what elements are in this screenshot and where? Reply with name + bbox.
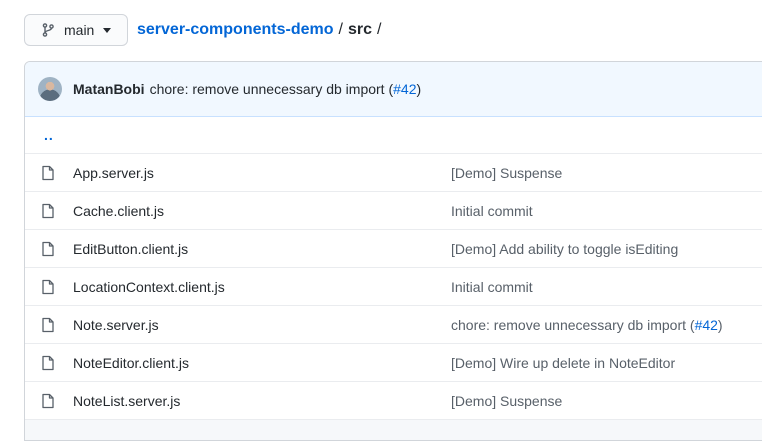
- file-commit-message[interactable]: [Demo] Add ability to toggle isEditing: [451, 241, 678, 257]
- breadcrumb: server-components-demo / src /: [137, 21, 386, 39]
- table-row[interactable]: Note.server.js chore: remove unnecessary …: [25, 305, 762, 343]
- file-icon: [41, 241, 57, 257]
- file-commit-message-text[interactable]: [Demo] Wire up delete in NoteEditor: [451, 355, 675, 371]
- latest-commit-bar: MatanBobi chore: remove unnecessary db i…: [25, 62, 762, 117]
- table-row[interactable]: Cache.client.js Initial commit: [25, 191, 762, 229]
- file-commit-message-text[interactable]: chore: remove unnecessary db import (: [451, 317, 695, 333]
- file-commit-message-end: ): [717, 316, 723, 333]
- table-row[interactable]: App.server.js [Demo] Suspense: [25, 153, 762, 191]
- table-row[interactable]: LocationContext.client.js Initial commit: [25, 267, 762, 305]
- file-icon: [41, 279, 57, 295]
- file-icon: [41, 355, 57, 371]
- file-commit-message[interactable]: Initial commit: [451, 279, 533, 295]
- file-icon: [41, 203, 57, 219]
- branch-select-button[interactable]: main: [24, 14, 128, 46]
- table-row[interactable]: EditButton.client.js [Demo] Add ability t…: [25, 229, 762, 267]
- file-name-link[interactable]: App.server.js: [73, 165, 154, 181]
- breadcrumb-current-dir: src: [347, 21, 372, 38]
- breadcrumb-separator: /: [376, 21, 382, 38]
- file-icon: [41, 317, 57, 333]
- file-name-link[interactable]: NoteList.server.js: [73, 393, 180, 409]
- avatar[interactable]: [38, 77, 62, 101]
- file-name-link[interactable]: NoteEditor.client.js: [73, 355, 189, 371]
- commit-pr-link[interactable]: #42: [393, 81, 416, 97]
- file-commit-message[interactable]: [Demo] Suspense: [451, 393, 562, 409]
- commit-message-text[interactable]: chore: remove unnecessary db import (: [150, 81, 394, 97]
- file-name-link[interactable]: LocationContext.client.js: [73, 279, 225, 295]
- file-commit-message-text[interactable]: Initial commit: [451, 279, 533, 295]
- file-commit-message-text[interactable]: Initial commit: [451, 203, 533, 219]
- commit-author-link[interactable]: MatanBobi: [73, 81, 145, 97]
- file-name-link[interactable]: Cache.client.js: [73, 203, 164, 219]
- branch-name: main: [64, 22, 95, 38]
- file-commit-message[interactable]: Initial commit: [451, 203, 533, 219]
- parent-dir-row[interactable]: ..: [25, 117, 762, 153]
- table-row-partial: [25, 419, 762, 440]
- table-row[interactable]: NoteEditor.client.js [Demo] Wire up delet…: [25, 343, 762, 381]
- breadcrumb-separator: /: [338, 21, 343, 38]
- file-commit-message-text[interactable]: [Demo] Add ability to toggle isEditing: [451, 241, 678, 257]
- table-row[interactable]: NoteList.server.js [Demo] Suspense: [25, 381, 762, 419]
- commit-message[interactable]: chore: remove unnecessary db import (#42…: [150, 81, 422, 97]
- caret-down-icon: [103, 27, 112, 33]
- file-commit-message-text[interactable]: [Demo] Suspense: [451, 165, 562, 181]
- repo-header: main server-components-demo / src /: [24, 13, 762, 47]
- file-commit-pr-link[interactable]: #42: [695, 317, 718, 333]
- file-browser: MatanBobi chore: remove unnecessary db i…: [24, 61, 762, 441]
- file-commit-message[interactable]: [Demo] Wire up delete in NoteEditor: [451, 355, 675, 371]
- file-icon: [41, 393, 57, 409]
- git-branch-icon: [40, 22, 56, 38]
- file-commit-message[interactable]: [Demo] Suspense: [451, 165, 562, 181]
- file-commit-message-text[interactable]: [Demo] Suspense: [451, 393, 562, 409]
- breadcrumb-repo-link[interactable]: server-components-demo: [137, 21, 334, 39]
- file-name-link[interactable]: Note.server.js: [73, 317, 159, 333]
- file-commit-message[interactable]: chore: remove unnecessary db import (#42…: [451, 317, 723, 333]
- parent-dir-link[interactable]: ..: [25, 127, 54, 143]
- file-name-link[interactable]: EditButton.client.js: [73, 241, 188, 257]
- commit-message-end: ): [416, 81, 422, 97]
- file-icon: [41, 165, 57, 181]
